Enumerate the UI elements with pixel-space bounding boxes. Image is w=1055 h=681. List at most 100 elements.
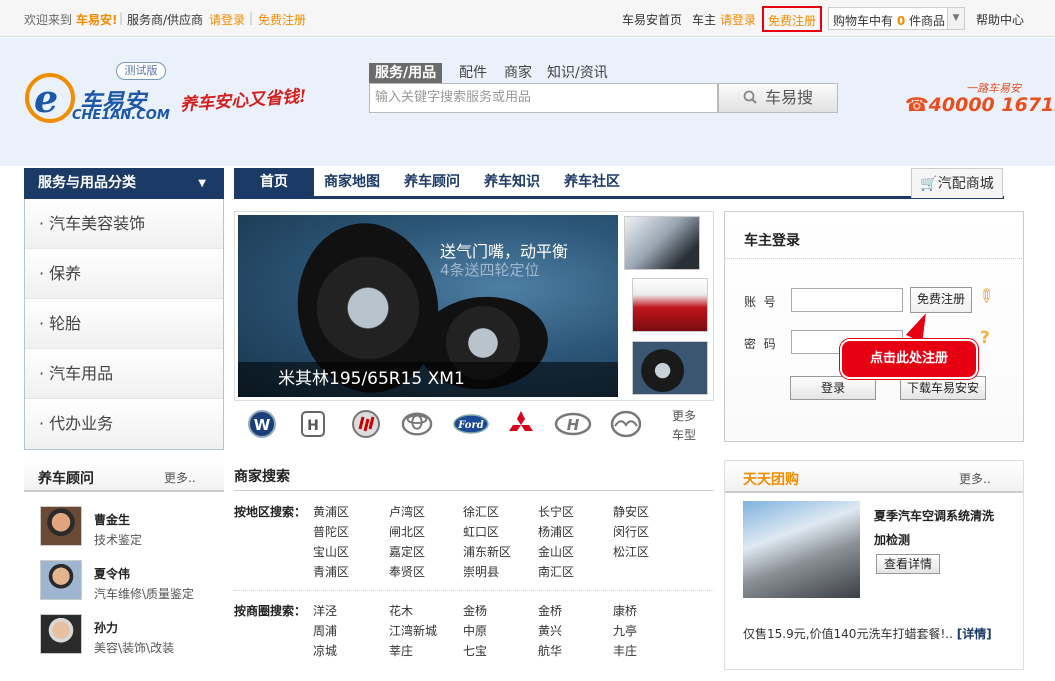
area-link[interactable]: 凉城 (313, 642, 337, 659)
home-link[interactable]: 车易安首页 (622, 11, 682, 28)
area-link[interactable]: 普陀区 (313, 523, 349, 540)
area-link[interactable]: 宝山区 (313, 543, 349, 560)
nav-knowledge[interactable]: 养车知识 (484, 168, 540, 196)
area-link[interactable]: 杨浦区 (538, 523, 574, 540)
area-link[interactable]: 七宝 (463, 642, 487, 659)
area-link[interactable]: 丰庄 (613, 642, 637, 659)
deal-detail-link[interactable]: [详情] (957, 627, 992, 641)
area-link[interactable]: 金杨 (463, 602, 487, 619)
logo-icon[interactable]: e (24, 72, 76, 124)
hyundai-logo-icon[interactable]: H (554, 407, 592, 441)
category-item-agency[interactable]: · 代办业务 (25, 399, 223, 449)
view-deal-button[interactable]: 查看详情 (876, 554, 940, 574)
area-link[interactable]: 闵行区 (613, 523, 649, 540)
area-link[interactable]: 长宁区 (538, 503, 574, 520)
nav-merchant-map[interactable]: 商家地图 (324, 168, 380, 196)
mitsubishi-logo-icon[interactable] (505, 407, 537, 441)
group-buy-more-link[interactable]: 更多.. (959, 470, 991, 487)
area-link[interactable]: 徐汇区 (463, 503, 499, 520)
banner-thumb-tire[interactable] (632, 341, 708, 395)
area-link[interactable]: 嘉定区 (389, 543, 425, 560)
search-tab-parts[interactable]: 配件 (459, 63, 487, 83)
banner-thumb-car-red[interactable] (632, 278, 708, 332)
more-models-link[interactable]: 更多 车型 (672, 407, 696, 445)
advisor-name[interactable]: 孙力 (94, 619, 118, 636)
chevron-down-icon[interactable]: ▼ (947, 8, 964, 29)
area-link[interactable]: 康桥 (613, 602, 637, 619)
area-link[interactable]: 金山区 (538, 543, 574, 560)
parts-mall-tab[interactable]: 🛒汽配商城 (911, 168, 1003, 198)
site-name-link[interactable]: 车易安! (76, 11, 117, 28)
cart-dropdown[interactable]: 购物车中有 0 件商品 ▼ (828, 7, 965, 30)
search-button[interactable]: 车易搜 (718, 83, 838, 113)
area-link[interactable]: 江湾新城 (389, 622, 437, 639)
category-item-tires[interactable]: · 轮胎 (25, 299, 223, 349)
search-tab-knowledge[interactable]: 知识/资讯 (547, 63, 608, 83)
search-input[interactable]: 输入关键字搜索服务或用品 (369, 83, 718, 113)
area-link[interactable]: 卢湾区 (389, 503, 425, 520)
search-tab-merchants[interactable]: 商家 (504, 63, 532, 83)
owner-login-link[interactable]: 请登录 (720, 11, 756, 28)
search-tab-services[interactable]: 服务/用品 (369, 63, 443, 83)
area-link[interactable]: 奉贤区 (389, 563, 425, 580)
area-link[interactable]: 中原 (463, 622, 487, 639)
help-link[interactable]: 帮助中心 (976, 11, 1024, 28)
area-link[interactable]: 虹口区 (463, 523, 499, 540)
chevron-down-icon: ▼ (198, 178, 206, 189)
area-link[interactable]: 浦东新区 (463, 543, 511, 560)
nav-home[interactable]: 首页 (234, 168, 314, 196)
area-link[interactable]: 周浦 (313, 622, 337, 639)
avatar[interactable] (40, 560, 82, 600)
nav-advisor[interactable]: 养车顾问 (404, 168, 460, 196)
area-link[interactable]: 金桥 (538, 602, 562, 619)
search-button-label: 车易搜 (764, 88, 813, 107)
area-link[interactable]: 青浦区 (313, 563, 349, 580)
banner-thumb-car[interactable] (624, 216, 700, 270)
area-link[interactable]: 花木 (389, 602, 413, 619)
area-link[interactable]: 闸北区 (389, 523, 425, 540)
provider-login-link[interactable]: 请登录 (209, 11, 245, 28)
deal-title-line1[interactable]: 夏季汽车空调系统清洗 (874, 507, 994, 524)
login-button[interactable]: 登录 (790, 376, 876, 400)
category-header[interactable]: 服务与用品分类 ▼ (24, 168, 224, 199)
divider (724, 258, 1024, 259)
area-link[interactable]: 崇明县 (463, 563, 499, 580)
honda-logo-icon[interactable]: H (297, 407, 329, 441)
area-link[interactable]: 南汇区 (538, 563, 574, 580)
mazda-logo-icon[interactable] (610, 407, 642, 441)
area-link[interactable]: 洋泾 (313, 602, 337, 619)
area-link[interactable]: 莘庄 (389, 642, 413, 659)
toyota-logo-icon[interactable] (401, 407, 433, 441)
area-link[interactable]: 航华 (538, 642, 562, 659)
provider-register-link[interactable]: 免费注册 (258, 11, 306, 28)
advisor-more-link[interactable]: 更多.. (164, 469, 196, 486)
login-title: 车主登录 (744, 233, 800, 249)
area-link[interactable]: 九亭 (613, 622, 637, 639)
category-item-maintenance[interactable]: · 保养 (25, 249, 223, 299)
advisor-name[interactable]: 曹金生 (94, 511, 130, 528)
account-label: 账 号 (744, 295, 776, 309)
account-input[interactable] (791, 288, 903, 312)
category-item-beauty[interactable]: · 汽车美容装饰 (25, 199, 223, 249)
area-link[interactable]: 静安区 (613, 503, 649, 520)
help-question-icon[interactable]: ? (980, 328, 990, 348)
buick-logo-icon[interactable] (350, 407, 382, 441)
avatar[interactable] (40, 614, 82, 654)
nav-community[interactable]: 养车社区 (564, 168, 620, 196)
area-link[interactable]: 黄浦区 (313, 503, 349, 520)
volkswagen-logo-icon[interactable]: W (246, 407, 278, 441)
category-item-supplies[interactable]: · 汽车用品 (25, 349, 223, 399)
main-nav: 首页 商家地图 养车顾问 养车知识 养车社区 (234, 168, 1004, 199)
area-link[interactable]: 黄兴 (538, 622, 562, 639)
deal-title-line2[interactable]: 加检测 (874, 531, 910, 548)
advisor-name[interactable]: 夏令伟 (94, 565, 130, 582)
avatar[interactable] (40, 506, 82, 546)
free-register-button[interactable]: 免费注册 (910, 287, 972, 313)
cart-icon: 🛒 (920, 176, 938, 192)
area-link[interactable]: 松江区 (613, 543, 649, 560)
banner-caption[interactable]: 米其林195/65R15 XM1 (238, 362, 618, 397)
ford-logo-icon[interactable]: Ford (452, 407, 490, 441)
download-app-button[interactable]: 下载车易安安 (900, 376, 986, 400)
owner-register-link[interactable]: 免费注册 (762, 6, 823, 32)
group-buy-image[interactable] (743, 501, 860, 598)
